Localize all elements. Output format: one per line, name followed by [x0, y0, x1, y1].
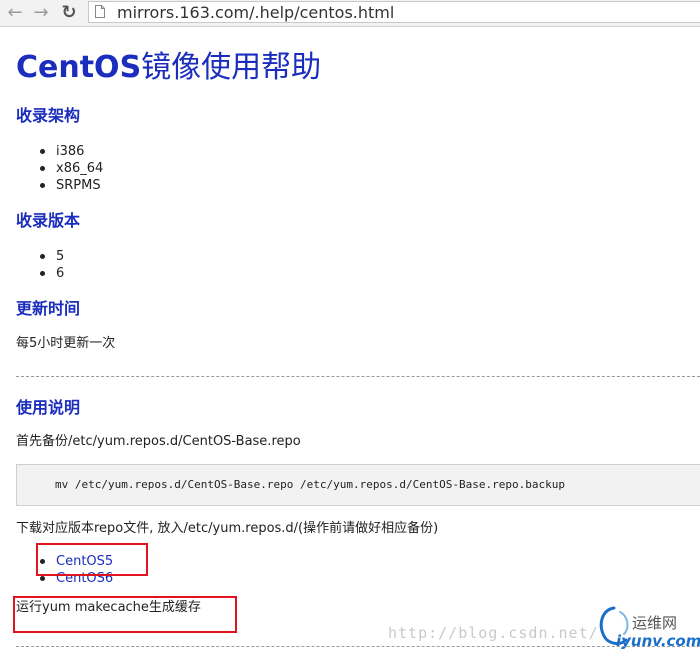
section-heading-update: 更新时间 — [16, 299, 81, 318]
code-block: mv /etc/yum.repos.d/CentOS-Base.repo /et… — [16, 464, 700, 506]
page-title: CentOS镜像使用帮助 — [16, 50, 321, 86]
page-title-latin: CentOS — [16, 50, 142, 85]
highlight-box-makecache — [13, 596, 237, 633]
divider — [16, 376, 700, 377]
arch-list: i386 x86_64 SRPMS — [40, 143, 103, 194]
watermark-url: http://blog.csdn.net/ — [388, 624, 599, 642]
back-icon[interactable]: ← — [4, 2, 26, 24]
code-text: mv /etc/yum.repos.d/CentOS-Base.repo /et… — [55, 478, 565, 491]
list-item: x86_64 — [40, 160, 103, 177]
list-item: 6 — [40, 265, 64, 282]
logo-text-en: iyunv.com — [616, 632, 700, 650]
page-icon — [95, 5, 105, 18]
version-list: 5 6 — [40, 248, 64, 282]
url-text: mirrors.163.com/.help/centos.html — [117, 3, 395, 22]
backup-text: 首先备份/etc/yum.repos.d/CentOS-Base.repo — [16, 434, 301, 449]
list-item: i386 — [40, 143, 103, 160]
reload-icon[interactable]: ↻ — [58, 2, 80, 24]
address-bar[interactable]: mirrors.163.com/.help/centos.html — [88, 1, 700, 23]
page-title-cn: 镜像使用帮助 — [141, 50, 322, 85]
download-text: 下载对应版本repo文件, 放入/etc/yum.repos.d/(操作前请做好… — [16, 521, 439, 536]
list-item: SRPMS — [40, 177, 103, 194]
section-heading-arch: 收录架构 — [16, 106, 81, 125]
browser-toolbar: ← → ↻ mirrors.163.com/.help/centos.html — [0, 0, 700, 27]
list-item: 5 — [40, 248, 64, 265]
section-heading-usage: 使用说明 — [16, 398, 81, 417]
highlight-box-centos5 — [36, 543, 148, 576]
forward-icon[interactable]: → — [30, 2, 52, 24]
logo-text-cn: 运维网 — [632, 614, 678, 632]
update-text: 每5小时更新一次 — [16, 336, 116, 351]
section-heading-version: 收录版本 — [16, 211, 81, 230]
divider — [16, 646, 700, 647]
